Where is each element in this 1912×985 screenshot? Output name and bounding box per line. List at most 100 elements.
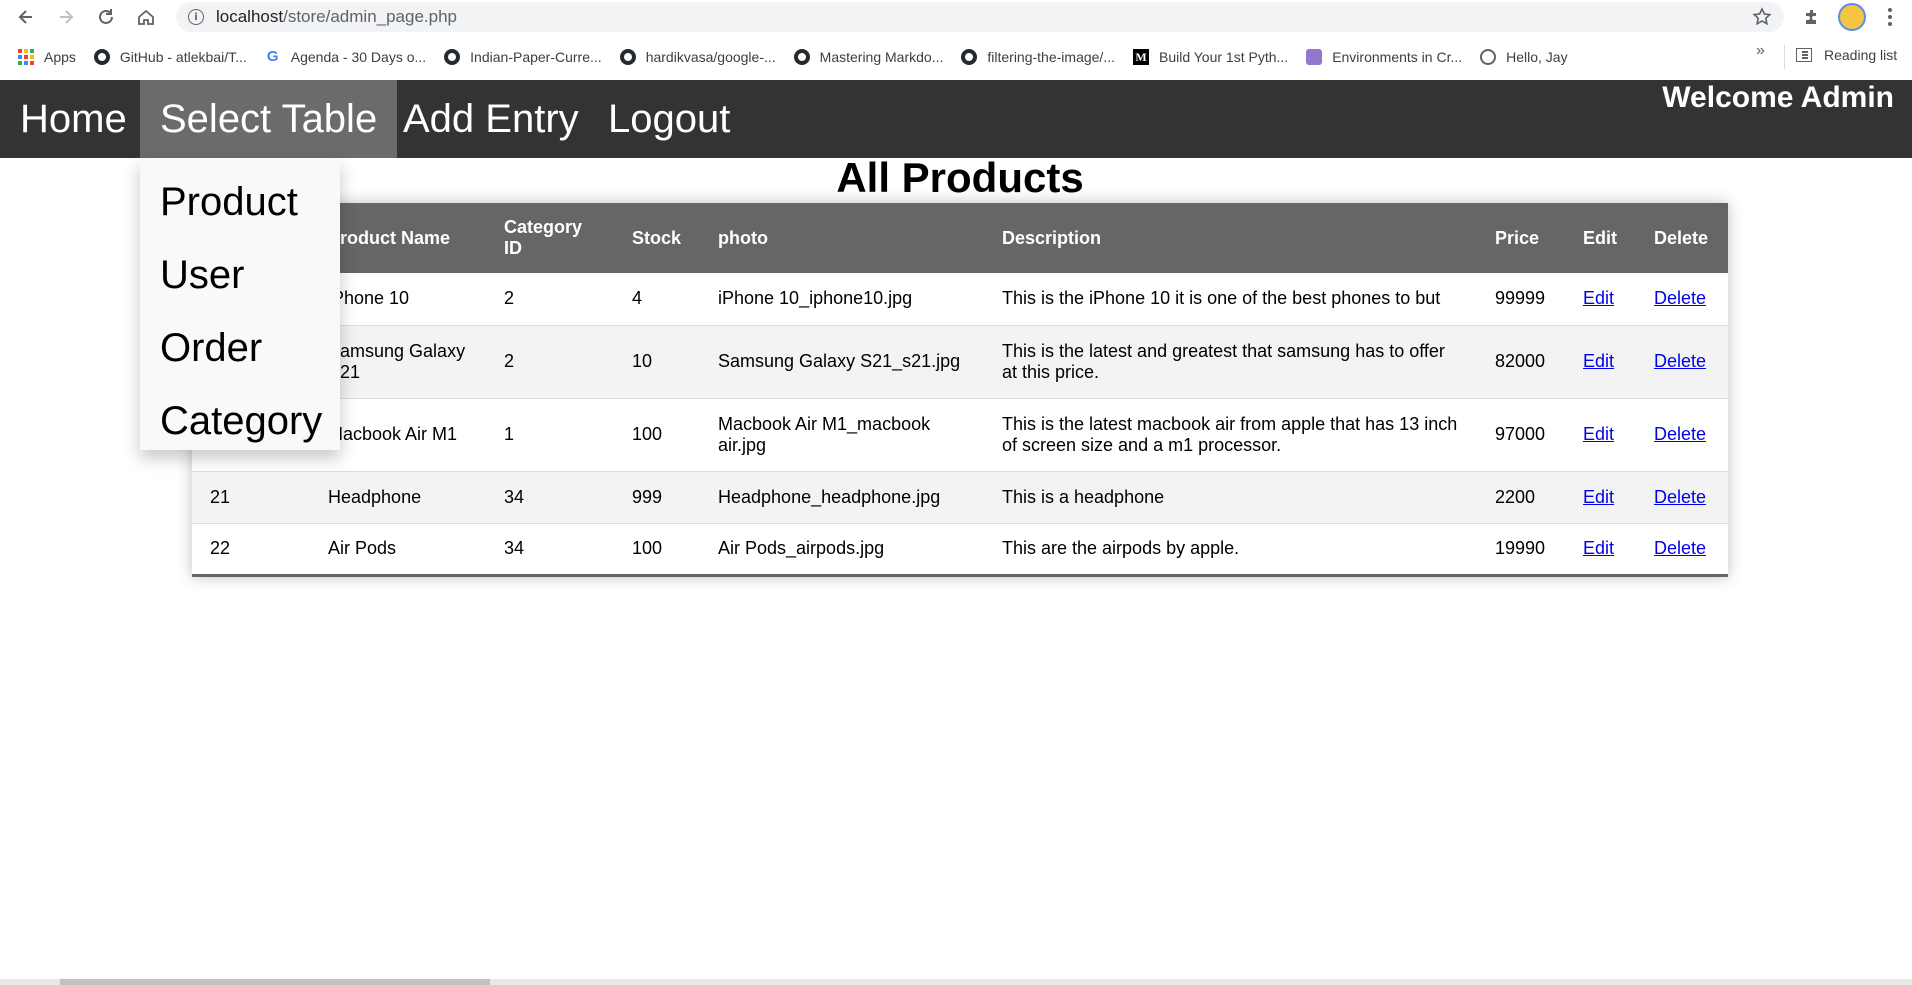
cell-price: 2200 — [1477, 471, 1565, 524]
cell-stock: 100 — [614, 523, 700, 577]
delete-link[interactable]: Delete — [1654, 487, 1706, 507]
cell-category-id: 1 — [486, 398, 614, 472]
medium-icon: M — [1132, 49, 1149, 65]
bookmark-environments[interactable]: Environments in Cr... — [1296, 43, 1470, 71]
column-header: Delete — [1654, 227, 1709, 248]
reload-icon — [99, 9, 113, 24]
cell-photo: Samsung Galaxy S21_s21.jpg — [700, 325, 984, 399]
apps-grid-icon — [18, 49, 34, 65]
cell-price: 97000 — [1477, 398, 1565, 472]
cell-edit: Edit — [1565, 471, 1636, 524]
column-header: photo — [718, 227, 768, 248]
cell-description: This is the iPhone 10 it is one of the b… — [984, 273, 1477, 326]
bookmark-build-python[interactable]: M Build Your 1st Pyth... — [1123, 43, 1296, 71]
cell-stock: 4 — [614, 273, 700, 326]
delete-link[interactable]: Delete — [1654, 424, 1706, 444]
table-row: iPhone 10 2 4 iPhone 10_iphone10.jpg Thi… — [192, 273, 1728, 326]
cell-product-name: Headphone — [310, 471, 486, 524]
cell-edit: Edit — [1565, 325, 1636, 399]
dropdown-item-product[interactable]: Product — [140, 166, 340, 239]
bookmark-apps[interactable]: Apps — [0, 43, 84, 71]
horizontal-scrollbar[interactable] — [0, 979, 1912, 985]
cell-description: This is the latest and greatest that sam… — [984, 325, 1477, 399]
nav-home[interactable]: Home — [0, 80, 147, 158]
top-navigation: Home Select Table Add Entry Logout — [0, 80, 1912, 158]
bookmark-filtering-image[interactable]: filtering-the-image/... — [951, 43, 1123, 71]
cell-category-id: 2 — [486, 325, 614, 399]
edit-link[interactable]: Edit — [1583, 288, 1614, 308]
bookmark-github-atlekbai[interactable]: GitHub - atlekbai/T... — [84, 43, 255, 71]
bookmark-label: hardikvasa/google-... — [645, 49, 776, 65]
products-table: ID Product Name Category ID Stock photo … — [192, 203, 1728, 577]
back-button[interactable] — [6, 0, 46, 34]
edit-link[interactable]: Edit — [1583, 538, 1614, 558]
forward-button[interactable] — [46, 0, 86, 34]
bookmark-hello-jay[interactable]: Hello, Jay — [1470, 43, 1575, 71]
bookmark-star-icon[interactable] — [1752, 7, 1772, 27]
address-bar[interactable]: i localhost/store/admin_page.php — [176, 2, 1784, 32]
google-icon: G — [266, 48, 279, 65]
reading-list-button[interactable]: Reading list — [1796, 47, 1897, 63]
github-icon — [961, 49, 978, 65]
home-browser-button[interactable] — [126, 0, 166, 34]
bookmark-label: Build Your 1st Pyth... — [1158, 49, 1289, 65]
dropdown-item-category[interactable]: Category — [140, 385, 340, 458]
nav-logout[interactable]: Logout — [588, 80, 750, 158]
cell-price: 19990 — [1477, 523, 1565, 577]
delete-link[interactable]: Delete — [1654, 538, 1706, 558]
browser-toolbar: i localhost/store/admin_page.php — [0, 0, 1912, 34]
more-bookmarks-button[interactable]: » — [1756, 42, 1765, 60]
bookmark-label: filtering-the-image/... — [987, 49, 1115, 65]
welcome-text: Welcome Admin — [1662, 81, 1894, 114]
cell-delete: Delete — [1636, 523, 1728, 577]
profile-avatar[interactable] — [1838, 3, 1866, 31]
github-icon — [793, 49, 810, 65]
bookmark-label: Indian-Paper-Curre... — [470, 49, 602, 65]
cell-id: 21 — [192, 471, 310, 524]
bookmark-indian-paper[interactable]: Indian-Paper-Curre... — [434, 43, 610, 71]
select-table-dropdown: Product User Order Category — [140, 158, 340, 450]
cloud-icon — [1306, 49, 1323, 65]
url-text[interactable]: localhost/store/admin_page.php — [216, 7, 457, 27]
edit-link[interactable]: Edit — [1583, 487, 1614, 507]
reading-list-label: Reading list — [1824, 47, 1898, 63]
cell-price: 99999 — [1477, 273, 1565, 326]
column-header: Description — [1002, 227, 1102, 248]
extensions-icon[interactable] — [1800, 5, 1824, 29]
bookmark-label: GitHub - atlekbai/T... — [119, 49, 247, 65]
cell-delete: Delete — [1636, 273, 1728, 326]
cell-stock: 999 — [614, 471, 700, 524]
github-icon — [619, 49, 636, 65]
site-info-icon[interactable]: i — [188, 9, 204, 25]
nav-select-table[interactable]: Select Table — [140, 80, 398, 158]
edit-link[interactable]: Edit — [1583, 424, 1614, 444]
table-header-row: ID Product Name Category ID Stock photo … — [192, 203, 1728, 273]
column-header: Stock — [632, 227, 682, 248]
delete-link[interactable]: Delete — [1654, 351, 1706, 371]
bookmark-label: Environments in Cr... — [1332, 49, 1463, 65]
products-table-container: ID Product Name Category ID Stock photo … — [192, 203, 1728, 577]
bookmark-label: Apps — [44, 49, 76, 65]
nav-add-entry[interactable]: Add Entry — [383, 80, 599, 158]
cell-category-id: 34 — [486, 471, 614, 524]
reload-button[interactable] — [86, 0, 126, 34]
scrollbar-thumb[interactable] — [60, 979, 490, 985]
bookmark-hardikvasa[interactable]: hardikvasa/google-... — [610, 43, 784, 71]
delete-link[interactable]: Delete — [1654, 288, 1706, 308]
cell-category-id: 34 — [486, 523, 614, 577]
dropdown-item-user[interactable]: User — [140, 239, 340, 312]
table-row: 21 Headphone 34 999 Headphone_headphone.… — [192, 471, 1728, 524]
cell-description: This are the airpods by apple. — [984, 523, 1477, 577]
dropdown-item-order[interactable]: Order — [140, 312, 340, 385]
globe-icon — [1480, 49, 1497, 65]
cell-photo: Headphone_headphone.jpg — [700, 471, 984, 524]
edit-link[interactable]: Edit — [1583, 351, 1614, 371]
bookmark-mastering-markdown[interactable]: Mastering Markdo... — [784, 43, 952, 71]
bookmark-label: Mastering Markdo... — [819, 49, 944, 65]
bookmark-agenda[interactable]: G Agenda - 30 Days o... — [255, 43, 434, 71]
cell-delete: Delete — [1636, 398, 1728, 472]
menu-kebab-icon[interactable] — [1882, 5, 1898, 29]
cell-product-name: Air Pods — [310, 523, 486, 577]
cell-description: This is the latest macbook air from appl… — [984, 398, 1477, 472]
column-header: Price — [1495, 227, 1540, 248]
